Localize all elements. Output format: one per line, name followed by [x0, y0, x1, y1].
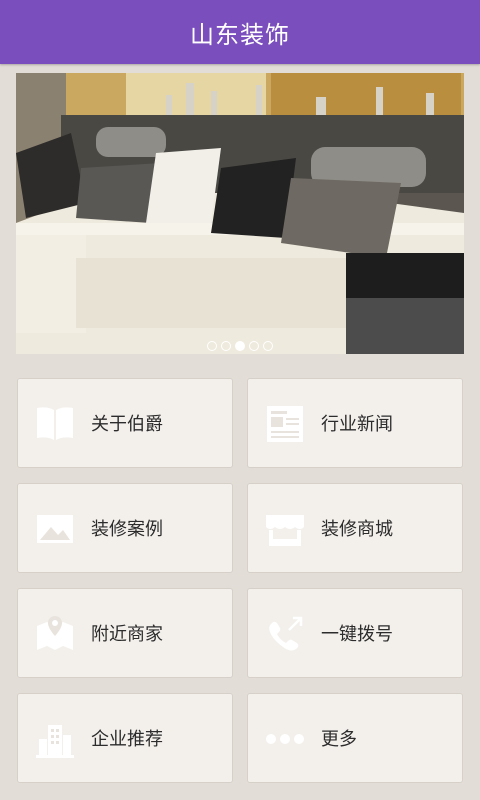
- carousel-dot-active[interactable]: [235, 341, 245, 351]
- menu-item-label: 装修案例: [91, 519, 163, 540]
- menu-item-label: 附近商家: [91, 624, 163, 645]
- map-icon: [37, 616, 73, 650]
- menu-item-label: 行业新闻: [321, 414, 393, 435]
- book-icon: [37, 407, 73, 440]
- more-icon: [266, 734, 304, 744]
- menu-item-mall[interactable]: 装修商城: [247, 483, 463, 573]
- news-icon: [267, 406, 303, 442]
- app-header: 山东装饰: [0, 0, 480, 64]
- menu-item-label: 关于伯爵: [91, 414, 163, 435]
- menu-item-cases[interactable]: 装修案例: [17, 483, 233, 573]
- banner-image: [16, 73, 464, 354]
- building-icon: [36, 725, 74, 758]
- carousel-dot[interactable]: [221, 341, 231, 351]
- store-icon: [266, 515, 304, 546]
- menu-item-more[interactable]: 更多: [247, 693, 463, 783]
- banner-carousel[interactable]: [16, 73, 464, 354]
- menu-item-label: 更多: [321, 729, 357, 750]
- menu-item-label: 企业推荐: [91, 729, 163, 750]
- carousel-dot[interactable]: [263, 341, 273, 351]
- menu-item-nearby[interactable]: 附近商家: [17, 588, 233, 678]
- menu-item-call[interactable]: 一键拨号: [247, 588, 463, 678]
- carousel-dot[interactable]: [207, 341, 217, 351]
- menu-item-label: 一键拨号: [321, 624, 393, 645]
- image-icon: [37, 515, 73, 543]
- carousel-indicator: [16, 341, 464, 351]
- carousel-dot[interactable]: [249, 341, 259, 351]
- page-title: 山东装饰: [190, 20, 290, 49]
- menu-item-about[interactable]: 关于伯爵: [17, 378, 233, 468]
- menu-item-label: 装修商城: [321, 519, 393, 540]
- phone-icon: [269, 616, 303, 651]
- menu-item-enterprise[interactable]: 企业推荐: [17, 693, 233, 783]
- menu-item-news[interactable]: 行业新闻: [247, 378, 463, 468]
